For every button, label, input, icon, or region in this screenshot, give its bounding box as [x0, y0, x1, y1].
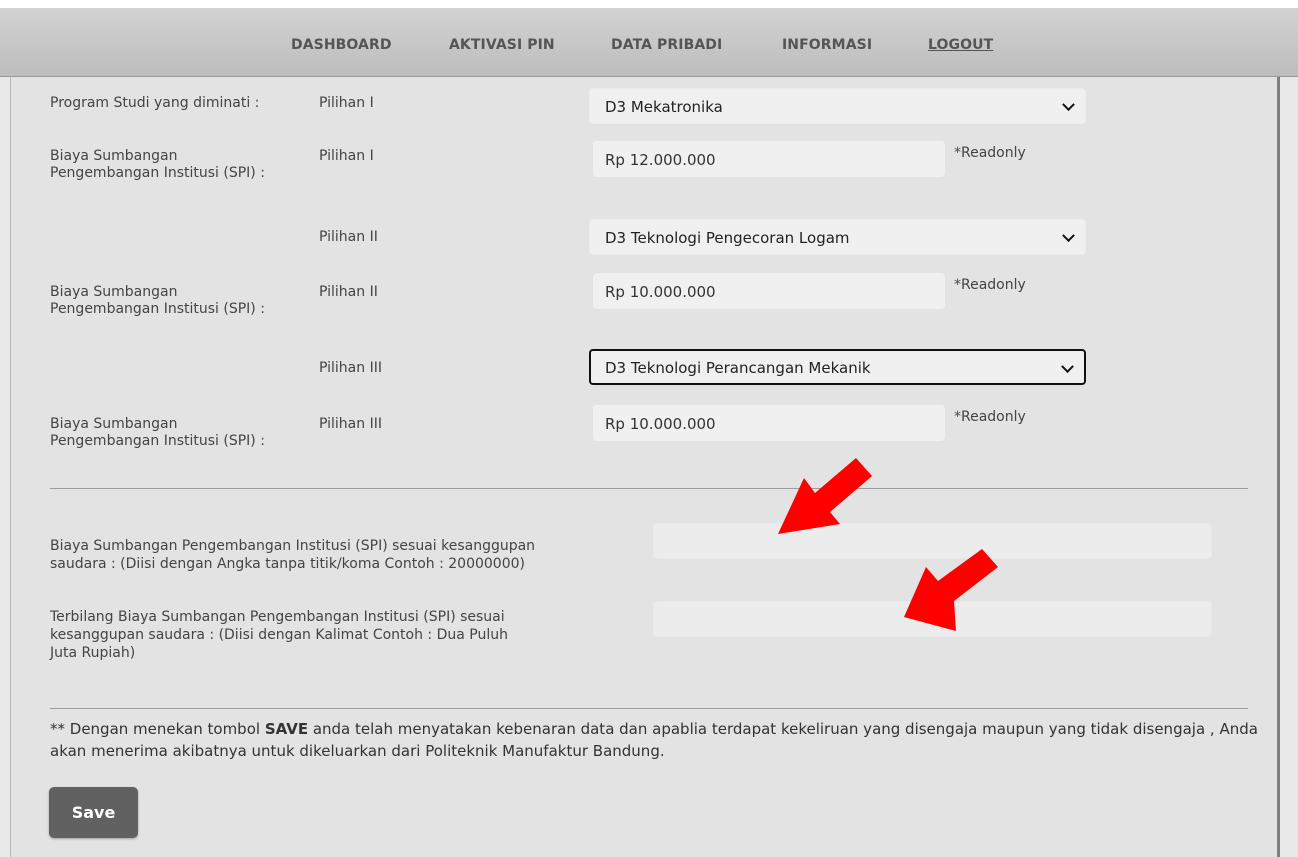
nav-dashboard[interactable]: DASHBOARD: [291, 37, 392, 53]
kesanggupan-label-line1: Biaya Sumbangan Pengembangan Institusi (…: [50, 538, 536, 554]
top-navbar: DASHBOARD AKTIVASI PIN DATA PRIBADI INFO…: [0, 8, 1298, 77]
prodi-select-3[interactable]: D3 Teknologi Perancangan Mekanik: [589, 349, 1086, 385]
prodi-select-2-value: D3 Teknologi Pengecoran Logam: [605, 229, 850, 247]
page-margin-right: [1280, 77, 1298, 857]
save-button[interactable]: Save: [49, 787, 138, 838]
prodi-select-1[interactable]: D3 Mekatronika: [589, 88, 1086, 124]
terbilang-label-line2: kesanggupan saudara : (Diisi dengan Kali…: [50, 627, 508, 643]
terbilang-label-line3: Juta Rupiah): [50, 645, 136, 661]
disclaimer-save-word: SAVE: [264, 720, 309, 738]
chevron-down-icon: [1061, 360, 1074, 374]
kesanggupan-label-line2: saudara : (Diisi dengan Angka tanpa titi…: [50, 556, 525, 572]
chevron-down-icon: [1062, 98, 1075, 112]
disclaimer-prefix: ** Dengan menekan tombol: [50, 720, 265, 738]
spi-label-2-line1: Biaya Sumbangan: [50, 284, 178, 300]
prodi-select-1-value: D3 Mekatronika: [605, 98, 723, 116]
chevron-down-icon: [1062, 229, 1075, 243]
top-strip: [0, 0, 1298, 8]
prodi-label: Program Studi yang diminati :: [50, 95, 260, 111]
readonly-note-3: *Readonly: [954, 409, 1026, 425]
disclaimer-text: ** Dengan menekan tombol SAVE anda telah…: [50, 718, 1265, 762]
nav-data-pribadi[interactable]: DATA PRIBADI: [611, 37, 722, 53]
spi-pilihan-3-label: Pilihan III: [319, 416, 382, 432]
nav-logout[interactable]: LOGOUT: [928, 37, 993, 53]
section-divider-2: [50, 708, 1248, 709]
readonly-note-2: *Readonly: [954, 277, 1026, 293]
red-arrow-icon: [778, 458, 872, 534]
spi-label-1-line1: Biaya Sumbangan: [50, 148, 178, 164]
spi-pilihan-2-label: Pilihan II: [319, 284, 378, 300]
spi-label-3-line2: Pengembangan Institusi (SPI) :: [50, 433, 265, 449]
section-divider: [50, 488, 1248, 489]
spi-1-readonly-field: Rp 12.000.000: [593, 141, 945, 177]
spi-label-3-line1: Biaya Sumbangan: [50, 416, 178, 432]
terbilang-label-line1: Terbilang Biaya Sumbangan Pengembangan I…: [50, 609, 505, 625]
pilihan-1-label: Pilihan I: [319, 95, 374, 111]
pilihan-3-label: Pilihan III: [319, 360, 382, 376]
prodi-select-2[interactable]: D3 Teknologi Pengecoran Logam: [589, 219, 1086, 255]
spi-2-readonly-field: Rp 10.000.000: [593, 273, 945, 309]
nav-aktivasi-pin[interactable]: AKTIVASI PIN: [449, 37, 555, 53]
prodi-select-3-value: D3 Teknologi Perancangan Mekanik: [605, 359, 871, 377]
spi-pilihan-1-label: Pilihan I: [319, 148, 374, 164]
spi-label-1-line2: Pengembangan Institusi (SPI) :: [50, 165, 265, 181]
pilihan-2-label: Pilihan II: [319, 229, 378, 245]
readonly-note-1: *Readonly: [954, 145, 1026, 161]
page-margin-left: [0, 77, 10, 857]
spi-label-2-line2: Pengembangan Institusi (SPI) :: [50, 301, 265, 317]
red-arrow-icon: [904, 549, 998, 631]
nav-informasi[interactable]: INFORMASI: [782, 37, 872, 53]
spi-3-readonly-field: Rp 10.000.000: [593, 405, 945, 441]
